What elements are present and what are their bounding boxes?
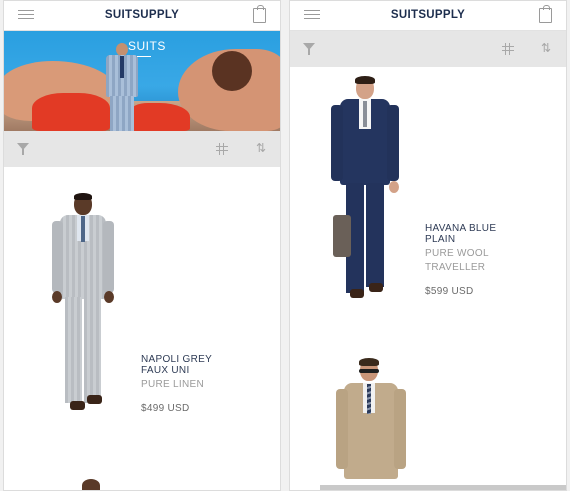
filter-funnel-icon[interactable] xyxy=(303,43,315,55)
category-hero-banner[interactable]: SUITS xyxy=(4,31,280,131)
product-material-line: PURE WOOL xyxy=(425,248,489,259)
product-name-line: NAPOLI GREY xyxy=(141,354,213,365)
travel-bag-image xyxy=(333,215,351,257)
product-info[interactable]: NAPOLI GREY FAUX UNI PURE LINEN $499 USD xyxy=(141,354,212,414)
product-name-line: HAVANA BLUE xyxy=(425,223,497,234)
product-material-line: TRAVELLER xyxy=(425,262,486,273)
shopping-bag-icon[interactable] xyxy=(539,5,552,23)
sunglasses-icon xyxy=(359,369,379,373)
filter-funnel-icon[interactable] xyxy=(17,143,29,155)
product-name: HAVANA BLUE PLAIN xyxy=(425,223,496,245)
horizontal-scrollbar[interactable] xyxy=(320,485,566,490)
product-image-havana-blue[interactable] xyxy=(328,76,412,303)
filter-toolbar: ⇅ xyxy=(4,131,280,167)
left-phone-screen: SUITSUPPLY SUITS ⇅ NAPOLI GREY FAUX UNI … xyxy=(3,0,281,491)
product-name: NAPOLI GREY FAUX UNI xyxy=(141,354,212,376)
next-product-image-partial[interactable] xyxy=(82,479,100,490)
product-info[interactable]: HAVANA BLUE PLAIN PURE WOOL TRAVELLER $5… xyxy=(425,223,496,297)
hero-title-underline xyxy=(137,56,151,57)
hero-red-swimsuit-left xyxy=(32,93,110,131)
product-card[interactable]: HAVANA BLUE PLAIN PURE WOOL TRAVELLER $5… xyxy=(290,67,566,347)
grid-view-icon[interactable] xyxy=(502,43,514,55)
product-material: PURE WOOL TRAVELLER xyxy=(425,247,496,275)
brand-logo[interactable]: SUITSUPPLY xyxy=(4,9,280,21)
grid-view-icon[interactable] xyxy=(216,143,228,155)
sort-arrows-icon[interactable]: ⇅ xyxy=(541,41,551,55)
brand-logo[interactable]: SUITSUPPLY xyxy=(290,9,566,21)
hero-woman-hair xyxy=(212,51,252,91)
product-material: PURE LINEN xyxy=(141,379,205,390)
right-phone-screen: SUITSUPPLY ⇅ HAVANA BLUE PLAIN PURE WOOL… xyxy=(289,0,567,491)
product-price: $499 USD xyxy=(141,403,190,414)
product-image-beige-suit[interactable] xyxy=(334,358,408,490)
top-navigation-bar: SUITSUPPLY xyxy=(4,1,280,31)
product-name-line: FAUX UNI xyxy=(141,365,190,376)
product-card[interactable]: NAPOLI GREY FAUX UNI PURE LINEN $499 USD xyxy=(4,167,280,467)
product-price: $599 USD xyxy=(425,286,474,297)
product-card[interactable] xyxy=(290,358,566,490)
sort-arrows-icon[interactable]: ⇅ xyxy=(256,141,266,155)
hero-category-title: SUITS xyxy=(128,39,166,53)
top-navigation-bar: SUITSUPPLY xyxy=(290,1,566,31)
hero-suit-model xyxy=(102,43,142,131)
filter-toolbar: ⇅ xyxy=(290,31,566,67)
shopping-bag-icon[interactable] xyxy=(253,5,266,23)
product-name-line: PLAIN xyxy=(425,234,456,245)
product-image-napoli-grey[interactable] xyxy=(48,193,124,419)
